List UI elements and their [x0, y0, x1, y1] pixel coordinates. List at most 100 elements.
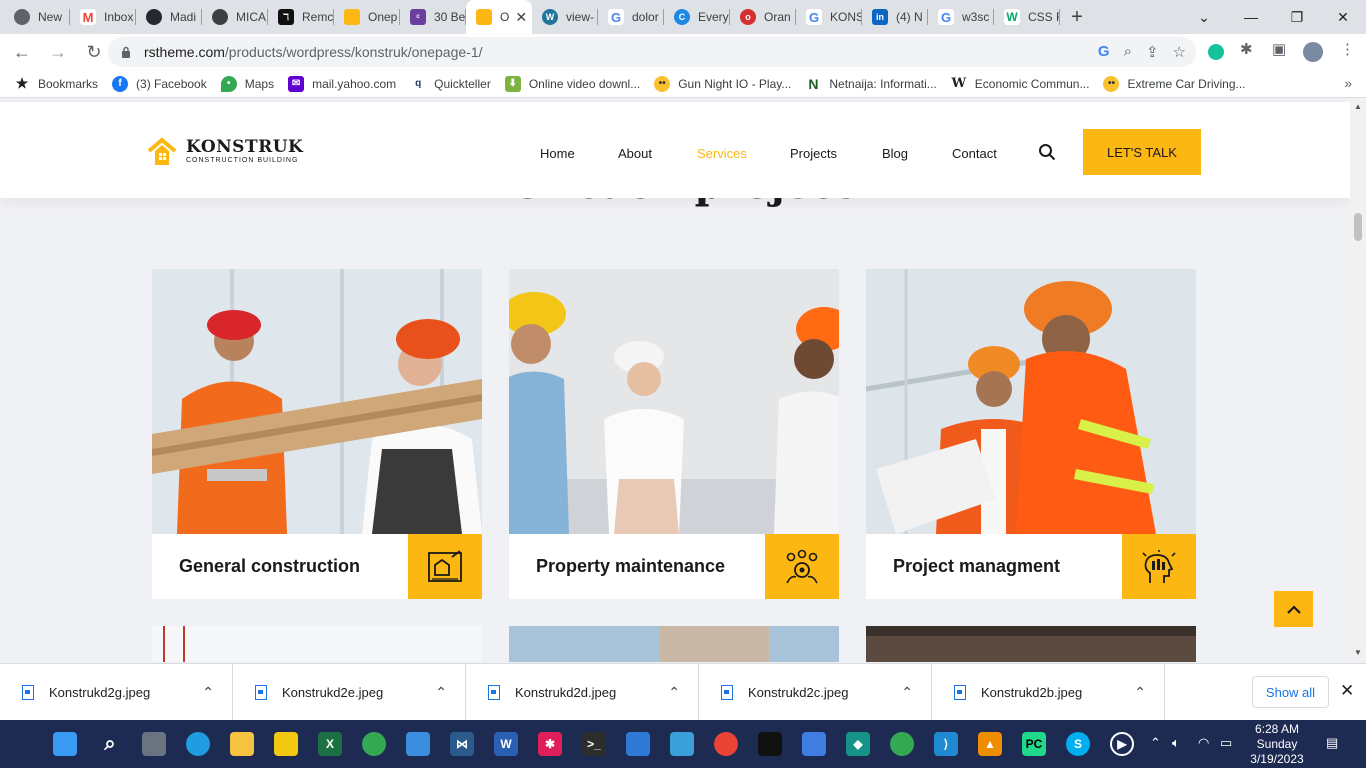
google-lens-icon[interactable]: G: [1098, 43, 1110, 61]
nav-services[interactable]: Services: [697, 146, 747, 161]
tab[interactable]: Madi: [136, 0, 202, 34]
chevron-up-icon[interactable]: ⌃: [901, 684, 913, 701]
bookmark-item[interactable]: •• Gun Night IO - Play...: [654, 75, 791, 92]
bookmark-star-icon[interactable]: ☆: [1173, 43, 1186, 61]
restore-button[interactable]: ❐: [1274, 0, 1320, 34]
close-tab-icon[interactable]: ✕: [515, 9, 527, 26]
download-item[interactable]: Konstrukd2c.jpeg ⌃: [699, 664, 932, 721]
chevron-up-icon[interactable]: ⌃: [668, 684, 680, 701]
bookmark-item[interactable]: W Economic Commun...: [950, 75, 1089, 92]
tab[interactable]: New: [0, 0, 70, 34]
chevron-up-icon[interactable]: ⌃: [202, 684, 214, 701]
download-item[interactable]: Konstrukd2g.jpeg ⌃: [0, 664, 233, 721]
forward-icon[interactable]: →: [42, 36, 74, 68]
tab[interactable]: M Inbox: [70, 0, 136, 34]
new-tab-button[interactable]: +: [1060, 6, 1094, 29]
nav-contact[interactable]: Contact: [952, 146, 997, 161]
gitkraken-icon[interactable]: ◆: [846, 732, 870, 756]
chevron-up-icon[interactable]: ⌃: [1134, 684, 1146, 701]
tab[interactable]: Onep: [334, 0, 400, 34]
show-all-button[interactable]: Show all: [1252, 676, 1329, 708]
media-player-icon[interactable]: ▶: [1110, 732, 1134, 756]
service-card[interactable]: Property maintenance: [509, 269, 839, 599]
nav-about[interactable]: About: [618, 146, 652, 161]
vscode-icon[interactable]: ⟩: [934, 732, 958, 756]
tab[interactable]: ℸ Remc: [268, 0, 334, 34]
battery-icon[interactable]: ▭: [1220, 735, 1232, 751]
edge-icon[interactable]: [186, 732, 210, 756]
tab-search-icon[interactable]: ⌄: [1181, 0, 1227, 34]
tab[interactable]: G KONS: [796, 0, 862, 34]
notification-icon[interactable]: ▤: [1326, 735, 1338, 751]
power-bi-icon[interactable]: [274, 732, 298, 756]
chrome-icon[interactable]: [362, 732, 386, 756]
tab[interactable]: o Oran: [730, 0, 796, 34]
tab[interactable]: Wview-: [532, 0, 598, 34]
scroll-up-icon[interactable]: ▲: [1354, 102, 1362, 111]
volume-icon[interactable]: 🔈︎: [1172, 735, 1180, 751]
address-bar[interactable]: rstheme.com/products/wordpress/konstruk/…: [108, 37, 1196, 67]
file-explorer-icon[interactable]: [230, 732, 254, 756]
snip-icon[interactable]: [670, 732, 694, 756]
page-scrollbar[interactable]: ▲ ▼: [1350, 99, 1366, 662]
nav-projects[interactable]: Projects: [790, 146, 837, 161]
service-card[interactable]: Project managment: [866, 269, 1196, 599]
zoom-icon[interactable]: ⌕: [1124, 43, 1132, 61]
download-item[interactable]: Konstrukd2d.jpeg ⌃: [466, 664, 699, 721]
slack-icon[interactable]: ✱: [538, 732, 562, 756]
task-view-icon[interactable]: [142, 732, 166, 756]
more-bookmarks-icon[interactable]: »: [1344, 75, 1352, 91]
bookmark-item[interactable]: • Maps: [220, 75, 274, 92]
word-icon[interactable]: W: [494, 732, 518, 756]
bookmark-item[interactable]: q Quickteller: [410, 75, 491, 92]
menu-icon[interactable]: ⋮: [1340, 40, 1355, 58]
chevron-up-icon[interactable]: ⌃: [435, 684, 447, 701]
extensions-icon[interactable]: ✱: [1240, 40, 1253, 58]
minimize-button[interactable]: —: [1228, 0, 1274, 34]
tab[interactable]: MICA: [202, 0, 268, 34]
wifi-icon[interactable]: ◠: [1198, 735, 1209, 751]
close-window-button[interactable]: ✕: [1320, 0, 1366, 34]
tab-active[interactable]: O ✕: [466, 0, 532, 34]
window-app-icon[interactable]: [626, 732, 650, 756]
lets-talk-button[interactable]: LET'S TALK: [1083, 129, 1201, 175]
bookmark-item[interactable]: •• Extreme Car Driving...: [1103, 75, 1246, 92]
vlc-icon[interactable]: ▲: [978, 732, 1002, 756]
side-panel-icon[interactable]: ▣: [1272, 40, 1286, 58]
reload-icon[interactable]: ↻: [78, 36, 110, 68]
scroll-to-top-button[interactable]: [1274, 591, 1313, 627]
nav-blog[interactable]: Blog: [882, 146, 908, 161]
windows-start-icon[interactable]: [53, 732, 77, 756]
pycharm-icon[interactable]: PC: [1022, 732, 1046, 756]
share-icon[interactable]: ⇪: [1146, 43, 1159, 61]
avatar[interactable]: [1303, 42, 1323, 62]
service-card[interactable]: General construction: [152, 269, 482, 599]
skype-icon[interactable]: S: [1066, 732, 1090, 756]
scrollbar-thumb[interactable]: [1354, 213, 1362, 241]
tab[interactable]: Gdolor: [598, 0, 664, 34]
grammarly-icon[interactable]: [1208, 44, 1224, 60]
download-item[interactable]: Konstrukd2b.jpeg ⌃: [932, 664, 1165, 721]
chrome-icon[interactable]: [890, 732, 914, 756]
bookmark-item[interactable]: ⬇ Online video downl...: [504, 75, 640, 92]
download-item[interactable]: Konstrukd2e.jpeg ⌃: [233, 664, 466, 721]
chevron-up-icon[interactable]: ⌃: [1150, 735, 1161, 751]
back-icon[interactable]: ←: [6, 36, 38, 68]
bookmark-item[interactable]: N Netnaija: Informati...: [805, 75, 937, 92]
excel-icon[interactable]: X: [318, 732, 342, 756]
app-icon[interactable]: ⋈: [450, 732, 474, 756]
chrome-icon[interactable]: [714, 732, 738, 756]
scroll-down-icon[interactable]: ▼: [1354, 648, 1362, 657]
bookmark-item[interactable]: f (3) Facebook: [112, 75, 207, 92]
search-icon[interactable]: [1038, 143, 1056, 161]
tab[interactable]: W CSS F: [994, 0, 1060, 34]
terminal-icon[interactable]: >_: [582, 732, 606, 756]
close-downloads-icon[interactable]: ✕: [1340, 681, 1354, 701]
system-clock[interactable]: 6:28 AM Sunday 3/19/2023: [1244, 722, 1310, 767]
site-logo[interactable]: KONSTRUK CONSTRUCTION BUILDING: [148, 138, 303, 166]
tab[interactable]: C Every: [664, 0, 730, 34]
bookmark-item[interactable]: ★ Bookmarks: [14, 75, 98, 92]
tab[interactable]: Gw3sc: [928, 0, 994, 34]
store-icon[interactable]: [406, 732, 430, 756]
search-icon[interactable]: ⌕: [98, 732, 122, 756]
